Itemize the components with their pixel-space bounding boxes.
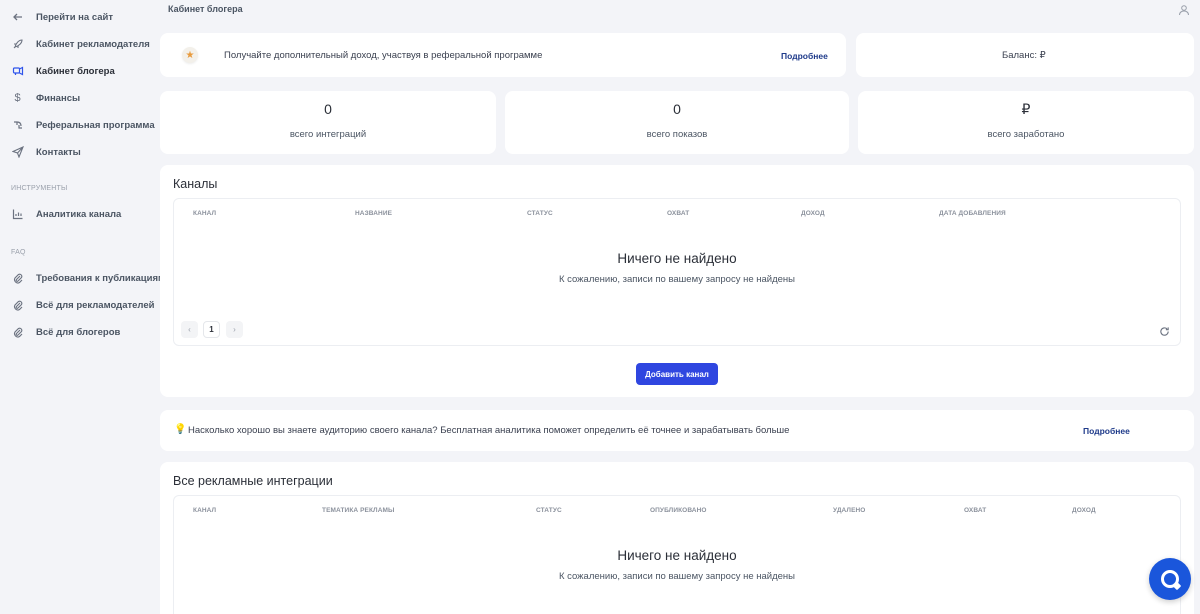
sidebar-section-tools: ИНСТРУМЕНТЫ [11, 185, 68, 192]
stat-label: всего показов [646, 129, 708, 140]
sidebar-item-label: Кабинет блогера [36, 65, 115, 77]
arrow-left-icon [11, 11, 24, 24]
sidebar-section-faq: FAQ [11, 249, 26, 256]
referral-icon [11, 119, 24, 132]
chat-support-button[interactable] [1149, 558, 1191, 600]
column-header[interactable]: СТАТУС [527, 210, 553, 217]
sidebar-item-label: Перейти на сайт [36, 11, 114, 23]
stat-label: всего заработано [987, 129, 1065, 140]
stat-views: 0 всего показов [505, 91, 849, 154]
analytics-tip-banner: 💡 Насколько хорошо вы знаете аудиторию с… [160, 410, 1194, 451]
bar-chart-icon [11, 208, 24, 221]
stat-earned: ₽ всего заработано [858, 91, 1194, 154]
paperclip-icon [11, 299, 24, 312]
referral-banner-text: Получайте дополнительный доход, участвуя… [224, 50, 543, 61]
referral-banner: ★ Получайте дополнительный доход, участв… [160, 33, 846, 77]
column-header[interactable]: ОХВАТ [964, 507, 986, 514]
stat-integrations: 0 всего интеграций [160, 91, 496, 154]
stat-value: ₽ [1021, 101, 1031, 117]
integrations-card: Все рекламные интеграции КАНАЛ ТЕМАТИКА … [160, 462, 1194, 614]
sidebar-item-label: Требования к публикациям [36, 272, 166, 284]
sidebar-item-referral[interactable]: Реферальная программа [0, 113, 158, 137]
column-header[interactable]: ДАТА ДОБАВЛЕНИЯ [939, 210, 1006, 217]
column-header[interactable]: КАНАЛ [193, 507, 216, 514]
sidebar-item-label: Контакты [36, 146, 81, 158]
sidebar-item-advertiser-cabinet[interactable]: Кабинет рекламодателя [0, 32, 158, 56]
sidebar-item-contacts[interactable]: Контакты [0, 140, 158, 164]
stat-value: 0 [324, 101, 332, 117]
channels-table: КАНАЛ НАЗВАНИЕ СТАТУС ОХВАТ ДОХОД ДАТА Д… [173, 198, 1181, 346]
column-header[interactable]: ОХВАТ [667, 210, 689, 217]
paperclip-icon [11, 326, 24, 339]
sidebar-item-for-bloggers[interactable]: Всё для блогеров [0, 320, 158, 344]
sidebar-item-finance[interactable]: $ Финансы [0, 86, 158, 110]
channels-title: Каналы [173, 177, 218, 191]
sidebar-item-publication-requirements[interactable]: Требования к публикациям [0, 266, 165, 290]
sidebar-item-channel-analytics[interactable]: Аналитика канала [0, 202, 158, 226]
paper-plane-icon [11, 146, 24, 159]
breadcrumb: Кабинет блогера [168, 4, 243, 14]
star-icon: ★ [182, 47, 198, 63]
refresh-icon[interactable] [1159, 324, 1170, 336]
column-header[interactable]: СТАТУС [536, 507, 562, 514]
empty-state-title: Ничего не найдено [617, 548, 737, 563]
megaphone-icon [11, 65, 24, 78]
empty-state-subtitle: К сожалению, записи по вашему запросу не… [558, 571, 796, 582]
balance-card: Баланс: ₽ [856, 33, 1194, 77]
integrations-table: КАНАЛ ТЕМАТИКА РЕКЛАМЫ СТАТУС ОПУБЛИКОВА… [173, 495, 1181, 614]
empty-state-subtitle: К сожалению, записи по вашему запросу не… [558, 274, 796, 285]
balance-text: Баланс: ₽ [1002, 50, 1046, 61]
sidebar-item-label: Аналитика канала [36, 208, 122, 220]
integrations-title: Все рекламные интеграции [173, 474, 333, 488]
sidebar-item-label: Финансы [36, 92, 81, 104]
user-icon[interactable] [1178, 3, 1190, 16]
column-header[interactable]: НАЗВАНИЕ [355, 210, 392, 217]
column-header[interactable]: УДАЛЕНО [833, 507, 865, 514]
stat-label: всего интеграций [289, 129, 367, 140]
sidebar-item-label: Всё для рекламодателей [36, 299, 155, 311]
sidebar: Перейти на сайт Кабинет рекламодателя Ка… [0, 0, 165, 614]
pager-next-button[interactable]: › [226, 321, 243, 338]
empty-state-title: Ничего не найдено [617, 251, 737, 266]
sidebar-item-label: Кабинет рекламодателя [36, 38, 150, 50]
channels-card: Каналы КАНАЛ НАЗВАНИЕ СТАТУС ОХВАТ ДОХОД… [160, 165, 1194, 397]
sidebar-item-for-advertisers[interactable]: Всё для рекламодателей [0, 293, 158, 317]
column-header[interactable]: ДОХОД [801, 210, 825, 217]
column-header[interactable]: ТЕМАТИКА РЕКЛАМЫ [322, 507, 394, 514]
referral-more-link[interactable]: Подробнее [781, 51, 828, 61]
dollar-icon: $ [14, 91, 21, 104]
analytics-more-link[interactable]: Подробнее [1083, 426, 1130, 436]
chat-bubble-icon [1161, 570, 1179, 588]
column-header[interactable]: КАНАЛ [193, 210, 216, 217]
add-channel-button[interactable]: Добавить канал [636, 363, 718, 385]
sidebar-item-label: Реферальная программа [36, 119, 155, 131]
sidebar-item-label: Всё для блогеров [36, 326, 121, 338]
sidebar-item-go-to-site[interactable]: Перейти на сайт [0, 5, 158, 29]
sidebar-item-blogger-cabinet[interactable]: Кабинет блогера [0, 59, 158, 83]
column-header[interactable]: ДОХОД [1072, 507, 1096, 514]
pager-prev-button[interactable]: ‹ [181, 321, 198, 338]
column-header[interactable]: ОПУБЛИКОВАНО [650, 507, 707, 514]
paperclip-icon [11, 272, 24, 285]
lightbulb-icon: 💡 [174, 424, 187, 435]
stat-value: 0 [673, 101, 681, 117]
analytics-tip-text: Насколько хорошо вы знаете аудиторию сво… [188, 425, 790, 436]
rocket-icon [11, 38, 24, 51]
pager-page-button[interactable]: 1 [203, 321, 220, 338]
